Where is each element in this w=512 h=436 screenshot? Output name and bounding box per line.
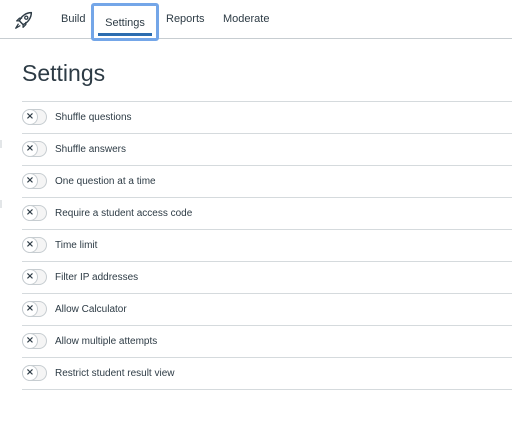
- require-access-code-toggle[interactable]: ×: [22, 205, 47, 221]
- setting-label: Restrict student result view: [55, 368, 175, 379]
- setting-label: One question at a time: [55, 176, 156, 187]
- shuffle-questions-toggle[interactable]: ×: [22, 109, 47, 125]
- rocket-icon[interactable]: [13, 9, 35, 31]
- toggle-off-x-icon: ×: [22, 333, 38, 349]
- toggle-off-x-icon: ×: [22, 269, 38, 285]
- setting-label: Allow multiple attempts: [55, 336, 158, 347]
- setting-label: Shuffle questions: [55, 112, 132, 123]
- setting-row-shuffle-answers: × Shuffle answers: [22, 133, 512, 165]
- settings-list: × Shuffle questions × Shuffle answers × …: [22, 101, 512, 390]
- setting-label: Time limit: [55, 240, 98, 251]
- tab-moderate[interactable]: Moderate: [223, 0, 269, 39]
- setting-row-filter-ip-addresses: × Filter IP addresses: [22, 261, 512, 293]
- tab-reports[interactable]: Reports: [166, 0, 205, 39]
- setting-label: Shuffle answers: [55, 144, 126, 155]
- toggle-off-x-icon: ×: [22, 237, 38, 253]
- setting-row-time-limit: × Time limit: [22, 229, 512, 261]
- setting-row-one-question-at-a-time: × One question at a time: [22, 165, 512, 197]
- toggle-off-x-icon: ×: [22, 301, 38, 317]
- setting-label: Require a student access code: [55, 208, 193, 219]
- top-navigation: Build Settings Reports Moderate: [0, 0, 512, 41]
- setting-row-allow-multiple-attempts: × Allow multiple attempts: [22, 325, 512, 357]
- allow-calculator-toggle[interactable]: ×: [22, 301, 47, 317]
- shuffle-answers-toggle[interactable]: ×: [22, 141, 47, 157]
- setting-row-allow-calculator: × Allow Calculator: [22, 293, 512, 325]
- one-question-at-a-time-toggle[interactable]: ×: [22, 173, 47, 189]
- allow-multiple-attempts-toggle[interactable]: ×: [22, 333, 47, 349]
- setting-label: Allow Calculator: [55, 304, 127, 315]
- filter-ip-addresses-toggle[interactable]: ×: [22, 269, 47, 285]
- setting-row-require-access-code: × Require a student access code: [22, 197, 512, 229]
- active-tab-indicator: [98, 33, 152, 36]
- time-limit-toggle[interactable]: ×: [22, 237, 47, 253]
- toggle-off-x-icon: ×: [22, 173, 38, 189]
- toggle-off-x-icon: ×: [22, 109, 38, 125]
- setting-row-restrict-result-view: × Restrict student result view: [22, 357, 512, 390]
- setting-label: Filter IP addresses: [55, 272, 139, 283]
- page-title: Settings: [22, 60, 106, 86]
- toggle-off-x-icon: ×: [22, 205, 38, 221]
- tab-build[interactable]: Build: [61, 0, 85, 39]
- tab-settings[interactable]: Settings: [91, 3, 159, 41]
- tab-settings-label: Settings: [105, 17, 145, 29]
- toggle-off-x-icon: ×: [22, 141, 38, 157]
- setting-row-shuffle-questions: × Shuffle questions: [22, 101, 512, 133]
- left-edge-divider: [0, 140, 2, 208]
- toggle-off-x-icon: ×: [22, 365, 38, 381]
- restrict-result-view-toggle[interactable]: ×: [22, 365, 47, 381]
